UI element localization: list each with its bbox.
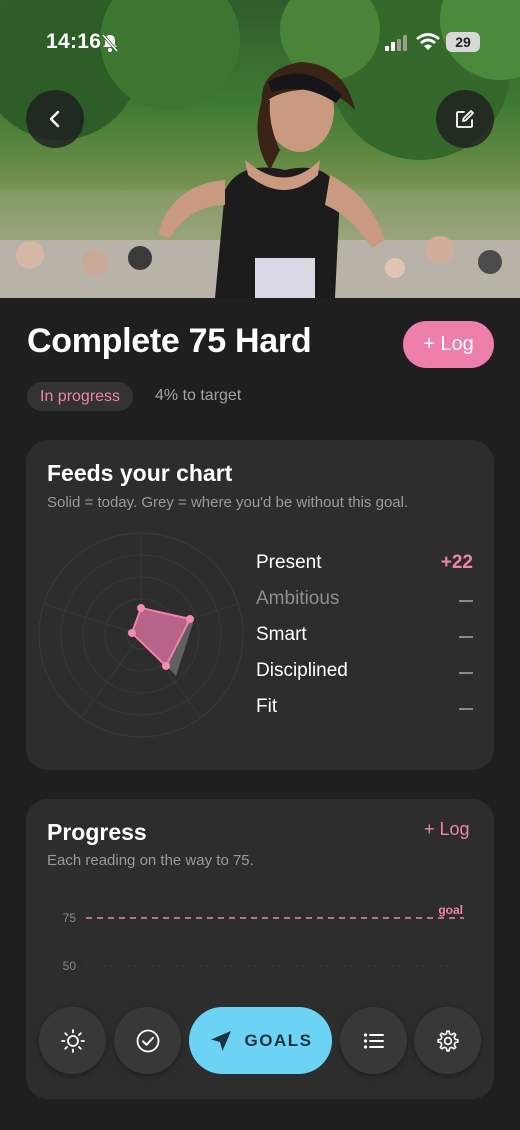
- metric-row-present: Present +22: [256, 552, 473, 578]
- wifi-icon: [416, 33, 440, 50]
- nav-settings-button[interactable]: [414, 1007, 481, 1074]
- target-progress-text: 4% to target: [155, 387, 242, 404]
- back-chevron-icon: [49, 110, 60, 128]
- metric-label: Ambitious: [256, 588, 340, 609]
- bell-off-icon: [101, 34, 119, 52]
- metric-label: Smart: [256, 624, 307, 645]
- y-tick-label: 75: [63, 911, 77, 925]
- hero-photo: 14:16 29: [0, 0, 520, 298]
- card-subtitle: Each reading on the way to 75.: [47, 852, 254, 869]
- edit-icon: [456, 110, 474, 128]
- nav-goals-label: GOALS: [244, 1030, 313, 1050]
- nav-habits-button[interactable]: [114, 1007, 181, 1074]
- progress-log-link[interactable]: + Log: [424, 819, 470, 840]
- metric-empty-dash: [459, 708, 473, 710]
- metric-label: Fit: [256, 696, 278, 717]
- log-button[interactable]: + Log: [403, 321, 494, 368]
- feeds-chart-card: Feeds your chart Solid = today. Grey = w…: [26, 440, 494, 770]
- edit-button[interactable]: [436, 90, 494, 148]
- check-circle-icon: [136, 1029, 159, 1052]
- card-title: Feeds your chart: [47, 460, 233, 486]
- metric-row-fit: Fit: [256, 696, 473, 722]
- metric-empty-dash: [459, 636, 473, 638]
- battery-icon: 29: [446, 32, 480, 52]
- nav-insights-button[interactable]: [39, 1007, 106, 1074]
- y-tick-label: 50: [63, 959, 77, 973]
- card-subtitle: Solid = today. Grey = where you'd be wit…: [47, 494, 409, 511]
- status-bar: 14:16 29: [0, 0, 520, 86]
- metric-label: Disciplined: [256, 660, 348, 681]
- metric-row-ambitious: Ambitious: [256, 588, 473, 614]
- metric-row-disciplined: Disciplined: [256, 660, 473, 686]
- card-title: Progress: [47, 819, 147, 845]
- signal-icon: [385, 35, 407, 51]
- metric-label: Present: [256, 552, 322, 573]
- gear-icon: [436, 1029, 459, 1052]
- metric-value: +22: [440, 552, 473, 573]
- metric-row-smart: Smart: [256, 624, 473, 650]
- radar-chart: [38, 532, 244, 738]
- goal-title: Complete 75 Hard: [27, 322, 312, 360]
- clock: 14:16: [46, 30, 102, 53]
- nav-goals-button[interactable]: GOALS: [189, 1007, 332, 1074]
- sun-icon: [60, 1028, 85, 1053]
- back-button[interactable]: [26, 90, 84, 148]
- metric-empty-dash: [459, 672, 473, 674]
- status-badge: In progress: [27, 382, 134, 411]
- nav-list-button[interactable]: [340, 1007, 407, 1074]
- navigation-arrow-icon: [210, 1030, 231, 1051]
- list-icon: [363, 1032, 384, 1049]
- goal-label: goal: [438, 903, 463, 917]
- metric-empty-dash: [459, 600, 473, 602]
